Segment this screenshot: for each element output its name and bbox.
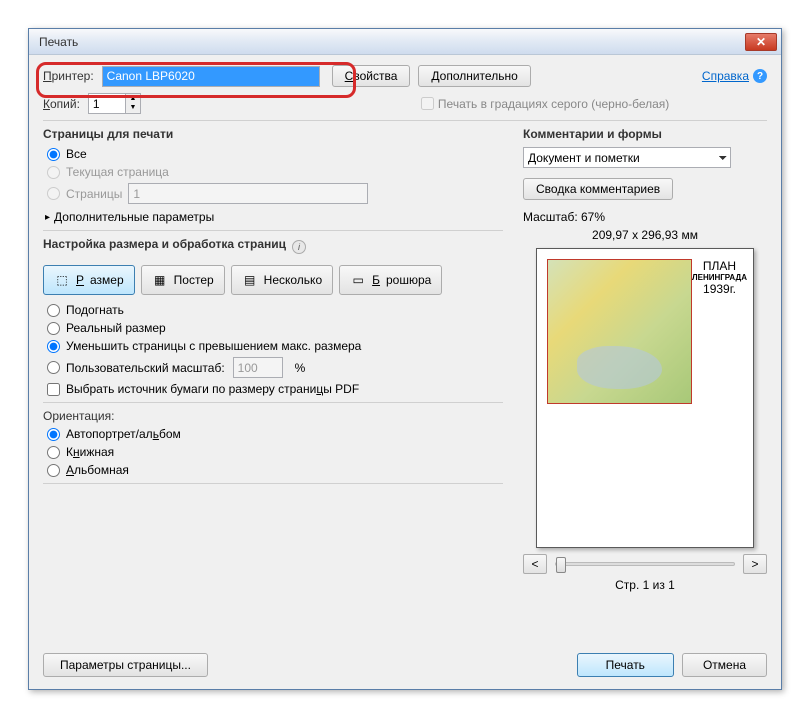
- titlebar: Печать ✕: [29, 29, 781, 55]
- booklet-mode-button[interactable]: ▭ Брошюра: [339, 265, 442, 295]
- right-column: Комментарии и формы Документ и пометки С…: [523, 127, 767, 592]
- window-title: Печать: [39, 35, 745, 49]
- printer-label: Принтер:: [43, 69, 94, 83]
- comments-summary-button[interactable]: Сводка комментариев: [523, 178, 673, 200]
- comments-section-title: Комментарии и формы: [523, 127, 767, 141]
- size-mode-button[interactable]: ⬚ Размер: [43, 265, 135, 295]
- print-button[interactable]: Печать: [577, 653, 674, 677]
- preview-map-title: ПЛАН ЛЕНИНГРАДА 1939г.: [692, 259, 747, 296]
- copies-spinner[interactable]: ▲▼: [125, 93, 141, 114]
- shrink-radio[interactable]: Уменьшить страницы с превышением макс. р…: [47, 339, 503, 353]
- size-icon: ⬚: [54, 272, 70, 288]
- copies-label: Копий:: [43, 97, 80, 111]
- multiple-mode-button[interactable]: ▤ Несколько: [231, 265, 333, 295]
- custom-scale-input: [233, 357, 283, 378]
- orientation-label: Ориентация:: [43, 409, 495, 423]
- print-preview: ПЛАН ЛЕНИНГРАДА 1939г.: [536, 248, 754, 548]
- multiple-icon: ▤: [242, 272, 258, 288]
- page-slider[interactable]: [555, 562, 735, 566]
- next-page-button[interactable]: >: [743, 554, 767, 574]
- main-columns: Страницы для печати Все Текущая страница…: [43, 127, 767, 592]
- page-navigation: < >: [523, 554, 767, 574]
- close-button[interactable]: ✕: [745, 33, 777, 51]
- sizing-mode-buttons: ⬚ Размер ▦ Постер ▤ Несколько ▭ Брошюра: [43, 265, 503, 295]
- page-info-label: Стр. 1 из 1: [523, 578, 767, 592]
- slider-thumb[interactable]: [556, 557, 566, 573]
- comments-select[interactable]: Документ и пометки: [523, 147, 731, 168]
- orientation-portrait-radio[interactable]: Книжная: [47, 445, 503, 459]
- preview-scale-label: Масштаб: 67%: [523, 210, 767, 224]
- page-setup-button[interactable]: Параметры страницы...: [43, 653, 208, 677]
- dialog-content: Принтер: Canon LBP6020 Свойства Дополнит…: [29, 55, 781, 689]
- left-column: Страницы для печати Все Текущая страница…: [43, 127, 503, 592]
- fit-radio[interactable]: Подогнать: [47, 303, 503, 317]
- advanced-button[interactable]: Дополнительно: [418, 65, 530, 87]
- booklet-icon: ▭: [350, 272, 366, 288]
- prev-page-button[interactable]: <: [523, 554, 547, 574]
- paper-source-checkbox: [47, 383, 60, 396]
- preview-map-image: [547, 259, 692, 404]
- spinner-down-icon[interactable]: ▼: [126, 103, 140, 112]
- actual-size-radio[interactable]: Реальный размер: [47, 321, 503, 335]
- paper-source-checkbox-row[interactable]: Выбрать источник бумаги по размеру стран…: [47, 382, 503, 396]
- pages-range-radio: Страницы: [47, 183, 503, 204]
- sizing-section-title: Настройка размера и обработка страниц: [43, 237, 286, 251]
- poster-mode-button[interactable]: ▦ Постер: [141, 265, 225, 295]
- orientation-landscape-radio[interactable]: Альбомная: [47, 463, 503, 477]
- cancel-button[interactable]: Отмена: [682, 653, 767, 677]
- help-icon[interactable]: ?: [753, 69, 767, 83]
- properties-button[interactable]: Свойства: [332, 65, 411, 87]
- orientation-auto-radio[interactable]: Автопортрет/альбом: [47, 427, 503, 441]
- poster-icon: ▦: [152, 272, 168, 288]
- print-dialog: Печать ✕ Принтер: Canon LBP6020 Свойства…: [28, 28, 782, 690]
- spinner-up-icon[interactable]: ▲: [126, 94, 140, 103]
- pages-section-title: Страницы для печати: [43, 127, 503, 141]
- close-icon: ✕: [756, 35, 766, 49]
- printer-row: Принтер: Canon LBP6020 Свойства Дополнит…: [43, 65, 767, 87]
- preview-dimensions: 209,97 x 296,93 мм: [523, 228, 767, 242]
- bottom-bar: Параметры страницы... Печать Отмена: [43, 653, 767, 677]
- grayscale-checkbox: [421, 97, 434, 110]
- pages-all-radio[interactable]: Все: [47, 147, 503, 161]
- grayscale-label: Печать в градациях серого (черно-белая): [438, 97, 669, 111]
- copies-row: Копий: ▲▼ Печать в градациях серого (чер…: [43, 93, 767, 114]
- printer-select[interactable]: Canon LBP6020: [102, 66, 320, 87]
- more-parameters-toggle[interactable]: Дополнительные параметры: [45, 210, 503, 224]
- copies-input[interactable]: [88, 93, 126, 114]
- pages-current-radio: Текущая страница: [47, 165, 503, 179]
- custom-scale-radio[interactable]: Пользовательский масштаб: %: [47, 357, 503, 378]
- info-icon[interactable]: i: [292, 240, 306, 254]
- pages-range-input: [128, 183, 368, 204]
- help-link[interactable]: Справка: [702, 69, 749, 83]
